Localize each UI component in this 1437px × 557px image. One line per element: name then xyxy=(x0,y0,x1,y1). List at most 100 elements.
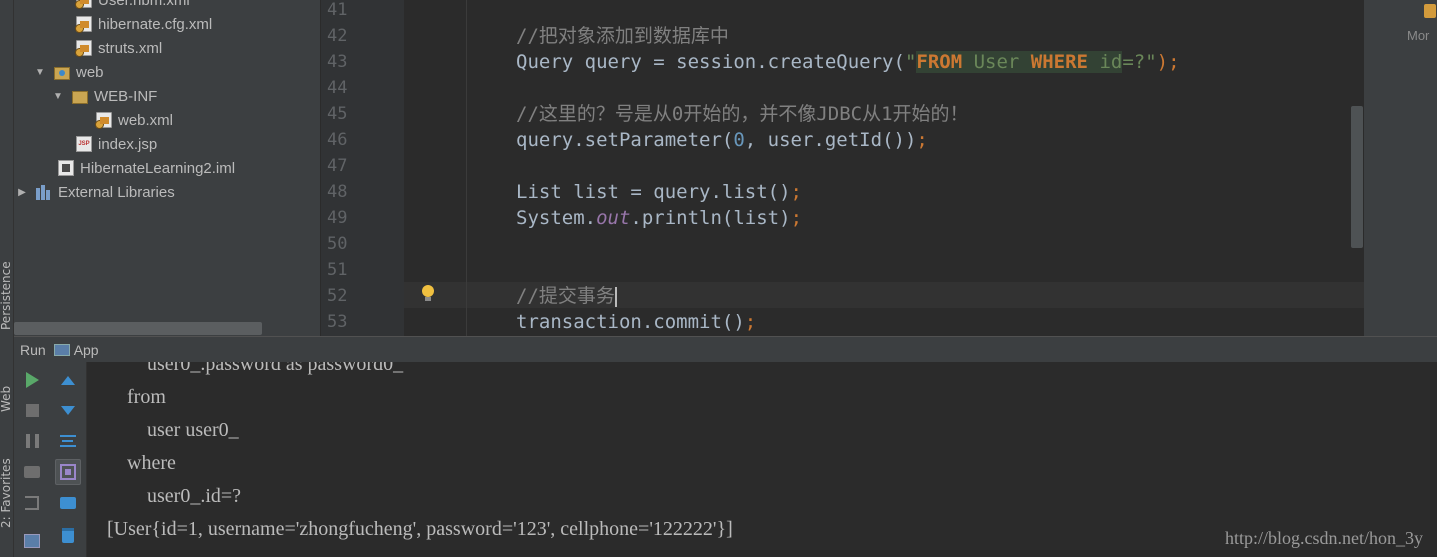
code-line-48: List list = query.list(); xyxy=(516,181,802,203)
persistence-tab[interactable]: Persistence xyxy=(0,261,13,330)
web-tab[interactable]: Web xyxy=(0,386,13,412)
web-folder-icon xyxy=(54,66,70,80)
line-number: 52 xyxy=(327,286,348,306)
arrow-down-icon xyxy=(61,405,75,415)
xml-file-icon xyxy=(75,40,92,57)
trash-icon xyxy=(62,527,74,543)
library-icon xyxy=(36,184,52,200)
expand-arrow-icon[interactable]: ▼ xyxy=(34,67,46,78)
stop-icon xyxy=(25,403,39,417)
project-tree: User.hbm.xml hibernate.cfg.xml struts.xm… xyxy=(14,0,320,336)
layout-icon xyxy=(24,534,40,548)
tree-item-index-jsp[interactable]: JSP index.jsp xyxy=(76,132,157,156)
code-line-49: System.out.println(list); xyxy=(516,207,803,229)
dump-threads-button[interactable] xyxy=(19,459,45,485)
pause-button[interactable] xyxy=(19,428,45,454)
stop-button[interactable] xyxy=(19,397,45,423)
console-line: [User{id=1, username='zhongfucheng', pas… xyxy=(107,518,733,540)
print-icon xyxy=(60,497,76,509)
run-toolbar xyxy=(14,362,87,557)
console-line: user user0_ xyxy=(107,419,239,441)
line-number: 46 xyxy=(327,130,348,150)
line-number: 53 xyxy=(327,312,348,332)
tree-item-user-hbm-xml[interactable]: User.hbm.xml xyxy=(75,0,190,12)
tree-item-label: web xyxy=(76,63,104,81)
console-line: where xyxy=(107,452,176,474)
xml-file-icon xyxy=(75,0,92,9)
left-tool-strip: Persistence Web 2: Favorites xyxy=(0,0,14,557)
editor-gutter: 41 42 43 44 45 46 47 48 49 50 51 52 53 xyxy=(320,0,404,336)
run-label: Run xyxy=(20,341,46,358)
code-line-52: //提交事务 xyxy=(516,285,617,307)
code-editor[interactable]: //把对象添加到数据库中 Query query = session.creat… xyxy=(404,0,1364,336)
console-line: user0_.id=? xyxy=(107,485,242,507)
rerun-button[interactable] xyxy=(19,367,45,393)
console-output[interactable]: user0_.password as password0_ from user … xyxy=(87,362,1437,557)
tree-item-iml[interactable]: HibernateLearning2.iml xyxy=(58,156,235,180)
run-config-tab[interactable]: App xyxy=(74,342,99,358)
tree-horizontal-scrollbar[interactable] xyxy=(14,322,262,335)
tree-item-web-xml[interactable]: web.xml xyxy=(95,108,174,132)
tree-item-web[interactable]: ▼ web xyxy=(34,60,104,84)
collapse-arrow-icon[interactable]: ▶ xyxy=(16,187,28,198)
tree-item-struts-xml[interactable]: struts.xml xyxy=(75,36,163,60)
tree-item-label: web.xml xyxy=(118,111,174,129)
expand-arrow-icon[interactable]: ▼ xyxy=(52,91,64,102)
line-number: 51 xyxy=(327,260,348,280)
right-panel-label[interactable]: Mor xyxy=(1407,28,1429,43)
line-number: 41 xyxy=(327,0,348,20)
tree-item-label: User.hbm.xml xyxy=(98,0,190,9)
console-line: user0_.password as password0_ xyxy=(107,362,404,375)
run-panel-header: Run App xyxy=(14,336,1437,362)
tree-item-external-libraries[interactable]: ▶ External Libraries xyxy=(16,180,175,204)
camera-icon xyxy=(24,466,40,478)
scroll-up-button[interactable] xyxy=(55,367,81,393)
line-number: 50 xyxy=(327,234,348,254)
play-icon xyxy=(25,372,39,388)
tree-item-label: index.jsp xyxy=(98,135,158,153)
app-config-icon xyxy=(53,343,70,356)
tree-item-label: HibernateLearning2.iml xyxy=(80,159,236,177)
tree-item-label: External Libraries xyxy=(58,183,175,201)
clear-all-button[interactable] xyxy=(55,522,81,548)
soft-wrap-icon xyxy=(60,435,76,447)
soft-wrap-button[interactable] xyxy=(55,428,81,454)
folder-icon xyxy=(72,90,88,104)
code-line-42: //把对象添加到数据库中 xyxy=(516,25,729,47)
iml-file-icon xyxy=(58,160,74,176)
line-number: 43 xyxy=(327,52,348,72)
right-panel: Mor xyxy=(1364,0,1437,336)
tree-item-web-inf[interactable]: ▼ WEB-INF xyxy=(52,84,157,108)
xml-file-icon xyxy=(95,112,112,129)
tree-item-label: struts.xml xyxy=(98,39,163,57)
tree-item-label: WEB-INF xyxy=(94,87,158,105)
tree-item-label: hibernate.cfg.xml xyxy=(98,15,213,33)
line-number: 44 xyxy=(327,78,348,98)
print-button[interactable] xyxy=(55,490,81,516)
line-number: 48 xyxy=(327,182,348,202)
line-number: 42 xyxy=(327,26,348,46)
xml-file-icon xyxy=(75,16,92,33)
code-line-46: query.setParameter(0, user.getId()); xyxy=(516,129,928,151)
scroll-to-end-button[interactable] xyxy=(55,459,81,485)
layout-button[interactable] xyxy=(19,528,45,554)
exit-button[interactable] xyxy=(19,490,45,516)
arrow-up-icon xyxy=(61,375,75,385)
scroll-to-end-icon xyxy=(60,464,76,480)
maven-icon[interactable] xyxy=(1424,4,1436,18)
scroll-down-button[interactable] xyxy=(55,397,81,423)
indent-guide xyxy=(466,0,467,336)
code-line-45: //这里的？号是从0开始的，并不像JDBC从1开始的！ xyxy=(516,103,969,125)
line-number: 49 xyxy=(327,208,348,228)
code-line-53: transaction.commit(); xyxy=(516,311,757,333)
editor-vertical-scrollbar[interactable] xyxy=(1351,106,1363,248)
jsp-file-icon: JSP xyxy=(76,136,92,152)
favorites-tab[interactable]: 2: Favorites xyxy=(0,458,13,528)
line-number: 45 xyxy=(327,104,348,124)
exit-icon xyxy=(25,496,39,510)
watermark-text: http://blog.csdn.net/hon_3y xyxy=(1225,528,1423,548)
lightbulb-icon[interactable] xyxy=(421,285,435,303)
tree-item-hibernate-cfg-xml[interactable]: hibernate.cfg.xml xyxy=(75,12,213,36)
line-number: 47 xyxy=(327,156,348,176)
pause-icon xyxy=(25,434,39,448)
